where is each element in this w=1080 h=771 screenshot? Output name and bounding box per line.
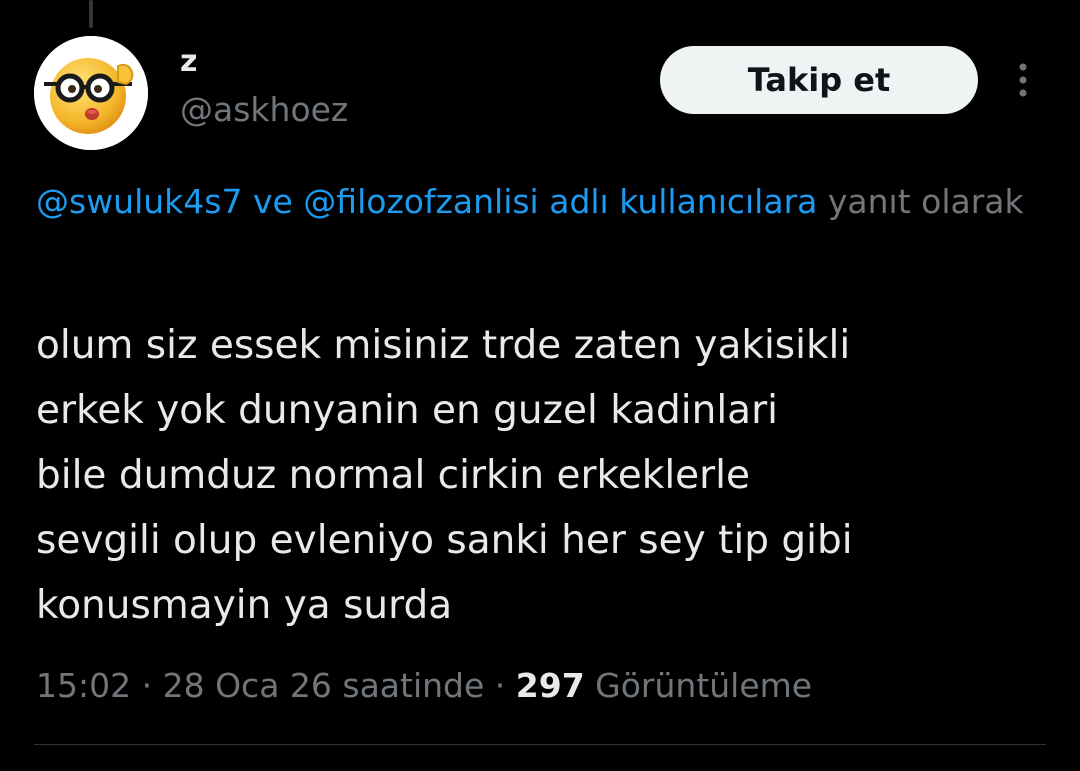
mention-link-1[interactable]: @swuluk4s7 bbox=[36, 182, 242, 221]
tweet-text-line: sevgili olup evleniyo sanki her sey tip … bbox=[36, 518, 853, 563]
reply-suffix-text: yanıt olarak bbox=[817, 182, 1024, 221]
tweet-text: olum siz essek misiniz trde zaten yakisi… bbox=[36, 313, 1046, 638]
reply-connector: ve bbox=[242, 182, 304, 221]
author-handle[interactable]: @askhoez bbox=[180, 90, 348, 130]
tweet-time[interactable]: 15:02 bbox=[36, 666, 131, 705]
author-display-name[interactable]: z bbox=[180, 44, 197, 80]
tweet-text-line: konusmayin ya surda bbox=[36, 583, 453, 628]
views-label[interactable]: Görüntüleme bbox=[585, 666, 812, 705]
mention-link-2[interactable]: @filozofzanlisi bbox=[303, 182, 538, 221]
reply-users-link[interactable]: adlı kullanıcılara bbox=[539, 182, 817, 221]
thread-connector-line bbox=[89, 0, 93, 28]
reply-context: @swuluk4s7 ve @filozofzanlisi adlı kulla… bbox=[36, 178, 1056, 226]
tweet-meta: 15:02 · 28 Oca 26 saatinde · 297 Görüntü… bbox=[36, 662, 812, 710]
tweet-text-line: bile dumduz normal cirkin erkeklerle bbox=[36, 453, 751, 498]
divider bbox=[34, 744, 1046, 745]
emoji-nerd-avatar-icon bbox=[34, 36, 148, 150]
views-count[interactable]: 297 bbox=[516, 666, 585, 705]
follow-button[interactable]: Takip et bbox=[660, 46, 978, 114]
meta-separator: · bbox=[131, 666, 163, 705]
tweet-date[interactable]: 28 Oca 26 saatinde bbox=[163, 666, 485, 705]
meta-separator: · bbox=[484, 666, 516, 705]
more-vertical-icon[interactable] bbox=[1008, 62, 1038, 98]
tweet-text-line: erkek yok dunyanin en guzel kadinlari bbox=[36, 388, 778, 433]
avatar[interactable] bbox=[34, 36, 148, 150]
tweet-text-line: olum siz essek misiniz trde zaten yakisi… bbox=[36, 323, 851, 368]
